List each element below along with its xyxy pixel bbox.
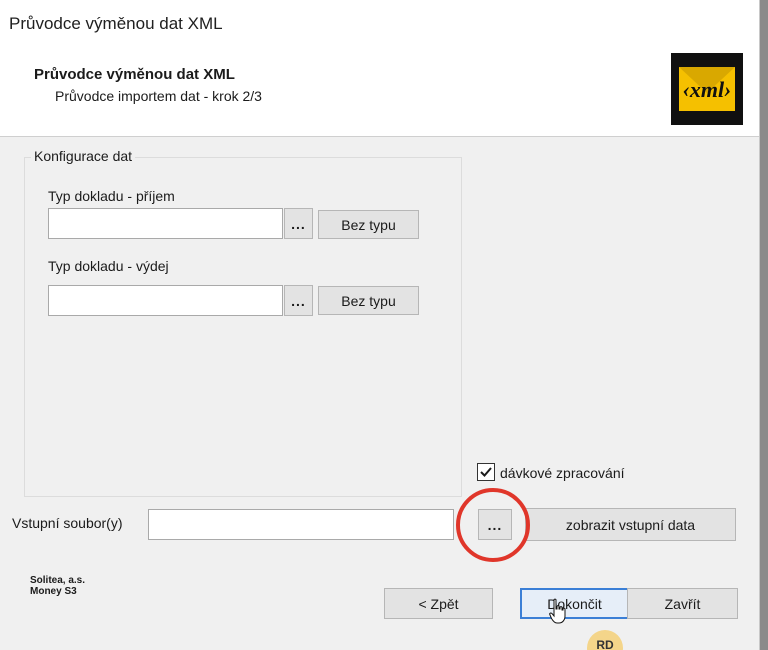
company-info: Solitea, a.s. Money S3 xyxy=(30,575,85,597)
expense-no-type-button[interactable]: Bez typu xyxy=(318,286,419,315)
batch-processing-label[interactable]: dávkové zpracování xyxy=(500,465,625,481)
company-name: Solitea, a.s. xyxy=(30,575,86,586)
income-doc-type-input[interactable] xyxy=(48,208,283,239)
input-file-field[interactable] xyxy=(148,509,454,540)
wizard-title: Průvodce výměnou dat XML xyxy=(34,66,235,83)
income-no-type-button[interactable]: Bez typu xyxy=(318,210,419,239)
input-file-label: Vstupní soubor(y) xyxy=(12,515,123,531)
show-input-data-button[interactable]: zobrazit vstupní data xyxy=(525,508,736,541)
income-doc-type-browse-button[interactable]: ... xyxy=(284,208,313,239)
expense-doc-type-input[interactable] xyxy=(48,285,283,316)
income-doc-type-label: Typ dokladu - příjem xyxy=(48,188,175,204)
xml-wizard-window: Průvodce výměnou dat XML Průvodce výměno… xyxy=(0,0,760,650)
product-name: Money S3 xyxy=(30,586,77,597)
xml-logo-text: ‹xml› xyxy=(683,77,732,102)
xml-logo: ‹xml› xyxy=(671,53,743,125)
wizard-header: Průvodce výměnou dat XML Průvodce import… xyxy=(0,44,759,137)
checkmark-icon xyxy=(480,467,492,477)
finish-button[interactable]: Dokončit xyxy=(520,588,629,619)
batch-processing-checkbox[interactable] xyxy=(477,463,495,481)
wizard-step-subtitle: Průvodce importem dat - krok 2/3 xyxy=(55,88,262,104)
window-title: Průvodce výměnou dat XML xyxy=(9,14,223,33)
xml-logo-icon: ‹xml› xyxy=(679,67,735,111)
expense-doc-type-label: Typ dokladu - výdej xyxy=(48,258,169,274)
user-avatar-bubble: RD xyxy=(587,630,623,650)
back-button[interactable]: < Zpět xyxy=(384,588,493,619)
input-file-browse-button[interactable]: ... xyxy=(478,509,512,540)
close-button[interactable]: Zavřít xyxy=(627,588,738,619)
expense-doc-type-browse-button[interactable]: ... xyxy=(284,285,313,316)
data-config-group-label: Konfigurace dat xyxy=(31,148,136,164)
title-bar: Průvodce výměnou dat XML xyxy=(0,0,759,44)
